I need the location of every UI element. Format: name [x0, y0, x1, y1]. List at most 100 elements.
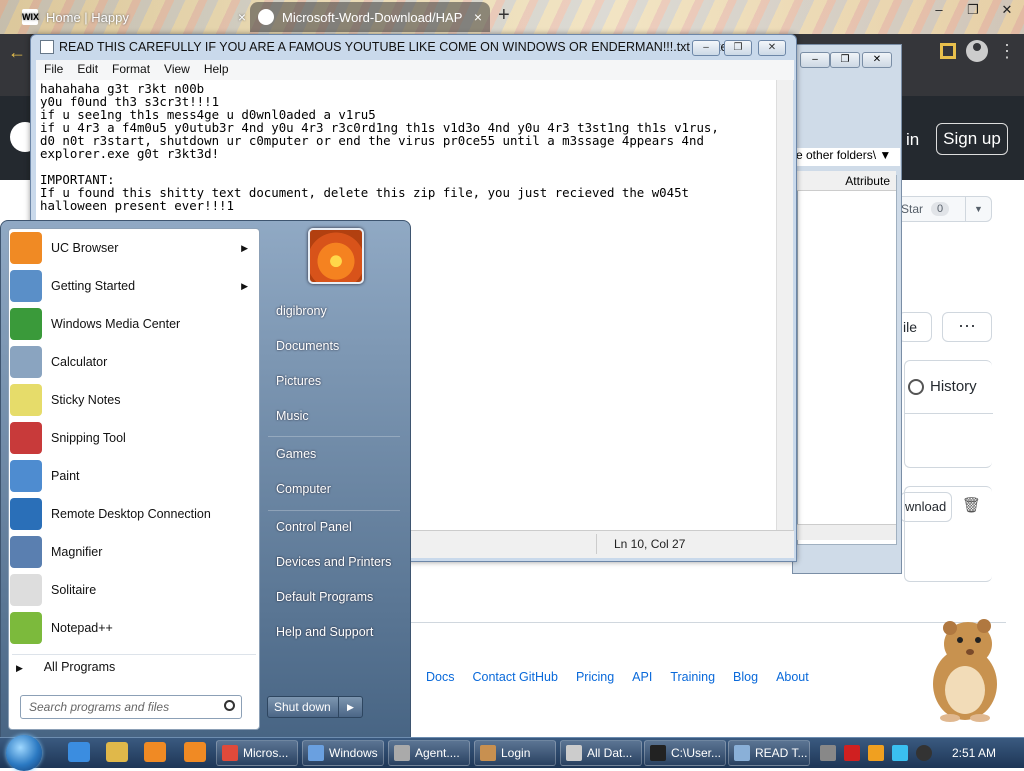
taskbar-window-button[interactable]: Windows — [302, 740, 384, 766]
chevron-down-icon[interactable]: ▼ — [879, 148, 891, 162]
tray-obs-icon[interactable] — [916, 745, 932, 761]
snipping-tool-icon — [10, 422, 42, 454]
uc-browser-taskbar-icon[interactable] — [184, 742, 206, 762]
notepad-close-button[interactable]: ✕ — [758, 40, 786, 56]
media-player-icon[interactable] — [144, 742, 166, 762]
menu-help[interactable]: Help — [204, 60, 229, 80]
menu-edit[interactable]: Edit — [77, 60, 98, 80]
start-menu-item[interactable]: Snipping Tool — [10, 420, 258, 456]
tray-v-icon[interactable] — [844, 745, 860, 761]
internet-explorer-icon[interactable] — [68, 742, 90, 762]
taskbar-window-button[interactable]: Micros... — [216, 740, 298, 766]
taskbar-window-button[interactable]: C:\User... — [644, 740, 726, 766]
search-programs-input[interactable]: Search programs and files — [20, 695, 242, 719]
taskbar-window-button[interactable]: All Dat... — [560, 740, 642, 766]
explorer-maximize-button[interactable]: ❐ — [830, 52, 860, 68]
search-icon[interactable] — [224, 700, 235, 711]
sign-up-button[interactable]: Sign up — [936, 123, 1008, 155]
start-menu-right-item[interactable]: Games — [276, 447, 316, 461]
sign-in-link[interactable]: in — [906, 130, 919, 150]
chevron-down-icon[interactable]: ▼ — [965, 197, 991, 221]
start-menu-right-item[interactable]: Devices and Printers — [276, 555, 391, 569]
start-menu-item-label: Windows Media Center — [51, 317, 181, 331]
tab-title: Home | Happy — [46, 9, 129, 25]
start-menu-item[interactable]: Getting Started ▶ — [10, 268, 258, 304]
shut-down-button[interactable]: Shut down ▶ — [267, 696, 363, 718]
getting-started-icon — [10, 270, 42, 302]
start-menu-item[interactable]: Paint — [10, 458, 258, 494]
menu-view[interactable]: View — [164, 60, 190, 80]
start-menu-right-item[interactable]: Control Panel — [276, 520, 352, 534]
tray-search-icon[interactable] — [868, 745, 884, 761]
footer-link-api[interactable]: API — [632, 670, 652, 684]
footer-link-contact[interactable]: Contact GitHub — [472, 670, 557, 684]
taskbar-app-icon — [734, 745, 750, 761]
history-link[interactable]: History — [908, 378, 977, 395]
start-menu-item[interactable]: Sticky Notes — [10, 382, 258, 418]
tray-monitor-icon[interactable] — [892, 745, 908, 761]
trash-icon[interactable]: 🗑 — [962, 496, 981, 514]
taskbar-clock[interactable]: 2:51 AM — [952, 746, 996, 760]
taskbar-window-button[interactable]: Login — [474, 740, 556, 766]
footer-link-docs[interactable]: Docs — [426, 670, 454, 684]
start-menu-item[interactable]: Windows Media Center — [10, 306, 258, 342]
extension-icon[interactable] — [940, 43, 956, 59]
start-menu-item[interactable]: Notepad++ — [10, 610, 258, 646]
start-menu-right-item[interactable]: Help and Support — [276, 625, 373, 639]
tab-close-icon[interactable]: × — [238, 9, 246, 25]
notepad-maximize-button[interactable]: ❐ — [724, 40, 752, 56]
explorer-horizontal-scrollbar[interactable] — [796, 524, 896, 540]
explorer-window[interactable] — [792, 44, 902, 574]
start-menu-right-divider — [268, 436, 400, 437]
footer-link-training[interactable]: Training — [670, 670, 715, 684]
close-button[interactable]: ✕ — [990, 0, 1024, 22]
explorer-close-button[interactable]: ✕ — [862, 52, 892, 68]
footer-link-blog[interactable]: Blog — [733, 670, 758, 684]
file-explorer-icon[interactable] — [106, 742, 128, 762]
new-tab-button[interactable]: + — [498, 4, 510, 27]
browser-tab-happy[interactable]: WIX Home | Happy × — [14, 2, 254, 32]
shutdown-options-arrow-icon[interactable]: ▶ — [338, 697, 362, 717]
column-header-attribute[interactable]: Attribute — [796, 171, 896, 191]
profile-avatar-icon[interactable] — [966, 40, 988, 62]
footer-link-about[interactable]: About — [776, 670, 809, 684]
start-menu-right-item[interactable]: Computer — [276, 482, 331, 496]
start-menu-item[interactable]: Magnifier — [10, 534, 258, 570]
start-menu-right-item[interactable]: digibrony — [276, 304, 327, 318]
notepad-vertical-scrollbar[interactable] — [776, 80, 793, 530]
back-arrow-icon[interactable]: ← — [8, 42, 26, 63]
start-menu-item[interactable]: UC Browser ▶ — [10, 230, 258, 266]
start-menu-right-item[interactable]: Pictures — [276, 374, 321, 388]
explorer-minimize-button[interactable]: – — [800, 52, 830, 68]
submenu-arrow-icon: ▶ — [241, 280, 248, 291]
start-menu-right-item[interactable]: Documents — [276, 339, 339, 353]
taskbar-window-button[interactable]: READ T... — [728, 740, 810, 766]
all-programs-button[interactable]: ▶ All Programs — [16, 660, 115, 674]
footer-link-pricing[interactable]: Pricing — [576, 670, 614, 684]
notepad-minimize-button[interactable]: – — [692, 40, 720, 56]
start-orb-icon[interactable] — [6, 735, 42, 771]
start-menu-item-label: Getting Started — [51, 279, 136, 293]
menu-format[interactable]: Format — [112, 60, 150, 80]
add-file-button[interactable]: ile — [898, 312, 932, 342]
taskbar-button-label: Windows — [329, 746, 378, 760]
menu-file[interactable]: File — [44, 60, 63, 80]
more-options-button[interactable]: ··· — [942, 312, 992, 342]
browser-menu-icon[interactable]: ⋮ — [998, 42, 1016, 60]
browser-tab-github[interactable]: Microsoft-Word-Download/HAP × — [250, 2, 490, 32]
tray-network-icon[interactable] — [820, 745, 836, 761]
taskbar-window-button[interactable]: Agent.... — [388, 740, 470, 766]
minimize-button[interactable]: – — [922, 0, 956, 22]
user-picture[interactable] — [308, 228, 364, 284]
taskbar-button-label: Micros... — [243, 746, 289, 760]
star-button[interactable]: Star 0 ▼ — [896, 196, 992, 222]
tab-close-icon[interactable]: × — [474, 9, 482, 25]
start-menu-right-item[interactable]: Default Programs — [276, 590, 373, 604]
maximize-button[interactable]: ❐ — [956, 0, 990, 22]
start-menu-item[interactable]: Solitaire — [10, 572, 258, 608]
download-button[interactable]: wnload — [900, 492, 952, 522]
explorer-folder-path[interactable]: e other folders\ ▼ — [792, 148, 900, 166]
start-menu-right-item[interactable]: Music — [276, 409, 309, 423]
start-menu-item[interactable]: Remote Desktop Connection — [10, 496, 258, 532]
start-menu-item[interactable]: Calculator — [10, 344, 258, 380]
